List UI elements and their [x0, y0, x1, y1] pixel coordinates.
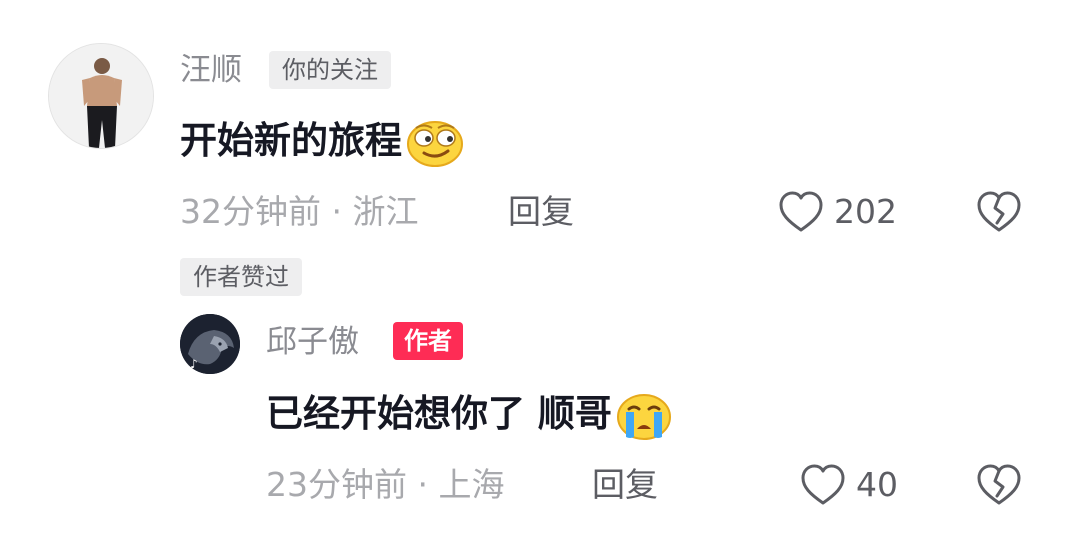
comment-text-row: 开始新的旅程 — [180, 116, 464, 168]
comment-meta: 32分钟前 · 浙江 — [180, 190, 419, 234]
meta-separator: · — [417, 465, 429, 504]
reply-meta: 23分钟前 · 上海 — [266, 463, 505, 507]
meta-separator: · — [331, 192, 343, 231]
person-silhouette-icon — [49, 44, 153, 148]
avatar[interactable] — [48, 43, 154, 149]
following-badge: 你的关注 — [269, 51, 391, 89]
reply-button[interactable]: 回复 — [508, 190, 574, 234]
comment-text: 开始新的旅程 — [180, 119, 402, 162]
reply-reply-button[interactable]: 回复 — [592, 463, 658, 507]
lion-avatar-icon: ♪ — [180, 314, 240, 374]
author-badge: 作者 — [393, 322, 463, 360]
reply-like-heart-icon[interactable] — [800, 463, 848, 507]
comment-username[interactable]: 汪顺 — [180, 50, 242, 90]
svg-text:♪: ♪ — [190, 357, 198, 371]
reply-location: 上海 — [438, 465, 505, 504]
like-count: 202 — [834, 192, 897, 231]
reply-avatar[interactable]: ♪ — [180, 314, 240, 374]
comment-time: 32分钟前 — [180, 192, 321, 231]
comment-location: 浙江 — [352, 192, 419, 231]
smirk-face-emoji-icon — [406, 118, 464, 168]
like-heart-icon[interactable] — [778, 190, 826, 234]
reply-time: 23分钟前 — [266, 465, 407, 504]
reply-text-row: 已经开始想你了 顺哥 — [266, 389, 672, 441]
reply-dislike-broken-heart-icon[interactable] — [976, 463, 1022, 507]
crying-face-emoji-icon — [616, 391, 672, 441]
dislike-broken-heart-icon[interactable] — [976, 190, 1022, 234]
reply-like-count: 40 — [856, 465, 898, 504]
author-liked-badge: 作者赞过 — [180, 258, 302, 296]
reply-text: 已经开始想你了 顺哥 — [266, 392, 612, 435]
reply-username[interactable]: 邱子傲 — [266, 322, 359, 362]
